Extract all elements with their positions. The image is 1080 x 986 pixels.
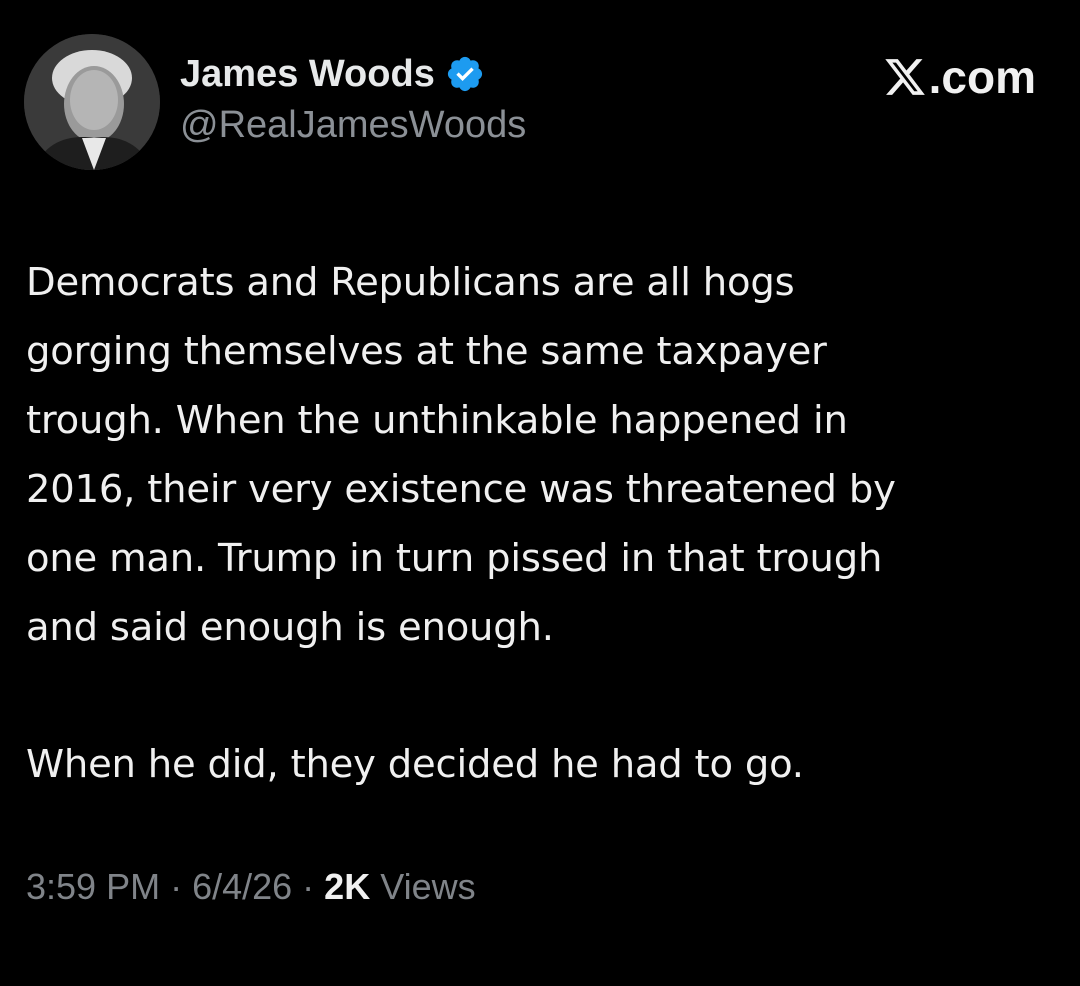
tweet-meta: 3:59 PM · 6/4/26 · 2K Views <box>26 866 476 908</box>
tweet-text-paragraph-1: Democrats and Republicans are all hogs g… <box>26 260 896 650</box>
meta-separator: · <box>160 866 193 907</box>
brand-domain: .com <box>928 51 1036 103</box>
views-count[interactable]: 2K <box>324 866 370 908</box>
author-name-row[interactable]: James Woods <box>180 50 485 98</box>
verified-badge-icon <box>447 56 482 92</box>
tweet-text-paragraph-2: When he did, they decided he had to go. <box>26 742 804 787</box>
display-name[interactable]: James Woods <box>180 53 435 96</box>
tweet-date[interactable]: 6/4/26 <box>192 866 292 908</box>
x-logo-icon <box>884 59 925 95</box>
tweet-time[interactable]: 3:59 PM <box>26 866 160 908</box>
author-handle[interactable]: @RealJamesWoods <box>180 104 526 147</box>
views-label: Views <box>370 866 476 907</box>
tweet-card: James Woods @RealJamesWoods .com Democra… <box>0 0 1080 986</box>
avatar-photo <box>24 34 160 170</box>
brand-watermark: .com <box>883 50 1036 104</box>
avatar[interactable] <box>24 34 160 170</box>
meta-separator: · <box>292 866 325 907</box>
